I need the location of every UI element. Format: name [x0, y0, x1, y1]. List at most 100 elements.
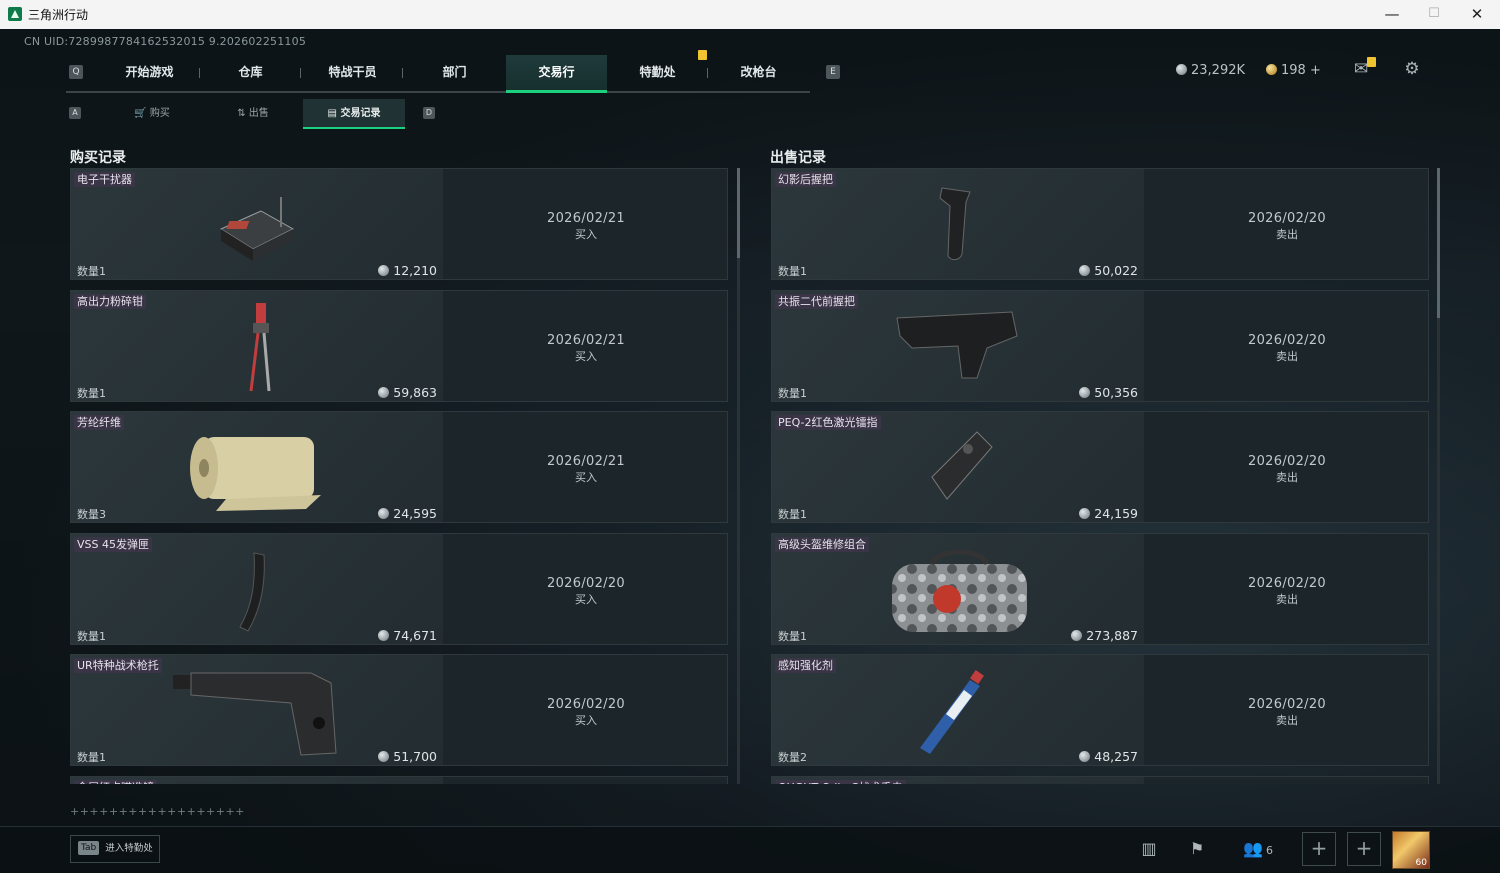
sale-record-card[interactable]: PEQ-2红色激光镭指 数量1 24,159 2026/02/20 卖出: [771, 411, 1429, 523]
sale-record-card[interactable]: 高级头盔维修组合 数量1 273,887 2026/02/20 卖出: [771, 532, 1429, 645]
tab-start-game[interactable]: 开始游戏: [99, 55, 200, 91]
purchase-record-card[interactable]: 电子干扰器 数量1 12,210 2026/02/21 买入: [70, 168, 728, 280]
silver-coin-icon: [1079, 386, 1091, 398]
item-price: 50,356: [1079, 385, 1138, 400]
item-price-value: 50,022: [1094, 263, 1138, 278]
mail-badge-icon: [1367, 57, 1376, 67]
record-date: 2026/02/20: [547, 697, 625, 712]
item-price-value: 12,210: [393, 263, 437, 278]
gold-amount: 198: [1281, 63, 1306, 78]
main-nav: 开始游戏 仓库 特战干员 部门 交易行 特勤处 改枪台: [66, 55, 810, 93]
subtab-buy-label: 购买: [149, 108, 170, 119]
tab-warehouse[interactable]: 仓库: [200, 55, 301, 91]
flag-icon[interactable]: ⚑: [1185, 835, 1209, 863]
record-action: 买入: [575, 714, 597, 727]
notification-badge-icon: [698, 50, 707, 60]
item-price: 59,863: [378, 385, 437, 400]
team-icon: 👥: [1243, 839, 1263, 858]
decorative-plus-row: ++++++++++++++++++: [70, 805, 245, 818]
record-action: 卖出: [1276, 228, 1298, 241]
sale-record-card[interactable]: QUGHT Odin C战术手电: [771, 775, 1429, 784]
enter-special-service-label: 进入特勤处: [105, 843, 153, 854]
item-price: 51,700: [378, 749, 437, 764]
record-action: 卖出: [1276, 714, 1298, 727]
tab-trading[interactable]: 交易行: [506, 55, 607, 93]
gear-icon[interactable]: ⚙: [1401, 59, 1423, 79]
sale-record-card[interactable]: 幻影后握把 数量1 50,022 2026/02/20 卖出: [771, 168, 1429, 280]
sale-records-title: 出售记录: [770, 150, 826, 166]
record-action: 买入: [575, 349, 597, 363]
purchase-record-card[interactable]: 金属红点瞄准镜: [70, 775, 728, 784]
purchase-record-card[interactable]: VSS 45发弹匣 数量1 74,671 2026/02/20 买入: [70, 532, 728, 645]
record-action: 卖出: [1276, 592, 1298, 606]
add-slot-button-2[interactable]: +: [1347, 832, 1381, 866]
tab-special-service[interactable]: 特勤处: [607, 55, 708, 91]
item-quantity: 数量1: [778, 629, 807, 643]
silver-amount: 23,292K: [1191, 63, 1246, 78]
gold-add-icon[interactable]: +: [1310, 63, 1321, 78]
game-viewport: CN UID:7289987784162532015 9.20260225110…: [0, 29, 1500, 873]
gold-currency[interactable]: 198 +: [1266, 63, 1321, 78]
silver-coin-icon: [1176, 64, 1187, 75]
tab-key: Tab: [78, 841, 100, 855]
subtab-sell-label: 出售: [248, 108, 269, 119]
sale-scrollbar[interactable]: [1437, 168, 1440, 784]
nav-next-key[interactable]: E: [826, 65, 840, 79]
sale-list: 幻影后握把 数量1 50,022 2026/02/20 卖出 共振二代前握把 数量1 50,3…: [771, 168, 1431, 784]
tab-operators[interactable]: 特战干员: [302, 55, 403, 91]
record-date: 2026/02/21: [547, 332, 625, 348]
tab-gunsmith[interactable]: 改枪台: [708, 55, 809, 91]
item-price: 48,257: [1079, 749, 1138, 764]
item-quantity: 数量2: [778, 751, 807, 764]
subtab-sell[interactable]: ⇅ 出售: [202, 99, 304, 129]
cart-icon: 🛒: [134, 108, 147, 119]
bottom-bar: Tab 进入特勤处 ▥ ⚑ 👥 6 + + 60: [0, 826, 1500, 873]
item-quantity: 数量1: [778, 508, 807, 521]
item-quantity: 数量1: [77, 629, 106, 643]
minimize-button[interactable]: —: [1371, 0, 1413, 29]
team-count: 6: [1265, 844, 1273, 857]
window-titlebar: 三角洲行动 — ☐ ✕: [0, 0, 1500, 30]
subnav-next-key[interactable]: D: [423, 107, 435, 119]
item-price: 24,159: [1079, 506, 1138, 521]
purchase-list: 电子干扰器 数量1 12,210 2026/02/21 买入 高出力粉碎钳 数量1 59,86…: [70, 168, 730, 784]
subtab-records-label: 交易记录: [340, 108, 381, 119]
subnav-prev-key[interactable]: A: [69, 107, 81, 119]
team-button[interactable]: 👥 6: [1238, 835, 1278, 863]
silver-coin-icon: [1079, 508, 1091, 519]
purchase-record-card[interactable]: 高出力粉碎钳 数量1 59,863 2026/02/21 买入: [70, 289, 728, 402]
item-quantity: 数量1: [778, 386, 807, 400]
purchase-scrollbar[interactable]: [737, 168, 740, 784]
item-name: 共振二代前握把: [775, 293, 858, 309]
purchase-record-card[interactable]: UR特种战术枪托 数量1 51,700 2026/02/20 买入: [70, 654, 728, 766]
item-name: 感知强化剂: [775, 658, 836, 673]
add-slot-button-1[interactable]: +: [1302, 832, 1336, 866]
silver-coin-icon: [1079, 265, 1091, 276]
enter-special-service-button[interactable]: Tab 进入特勤处: [70, 835, 160, 863]
item-price-value: 24,159: [1094, 506, 1138, 521]
silver-coin-icon: [378, 386, 390, 398]
tab-department[interactable]: 部门: [404, 55, 505, 91]
stats-icon[interactable]: ▥: [1137, 835, 1161, 863]
close-button[interactable]: ✕: [1456, 0, 1498, 29]
item-name: 金属红点瞄准镜: [74, 779, 157, 784]
maximize-button[interactable]: ☐: [1413, 0, 1455, 29]
sale-record-card[interactable]: 共振二代前握把 数量1 50,356 2026/02/20 卖出: [771, 289, 1429, 402]
avatar-level: 60: [1415, 858, 1427, 868]
item-name: 芳纶纤维: [74, 415, 124, 430]
item-quantity: 数量3: [77, 508, 106, 521]
subtab-buy[interactable]: 🛒 购买: [101, 99, 203, 129]
item-name: UR特种战术枪托: [74, 658, 162, 673]
record-date: 2026/02/20: [1248, 454, 1326, 469]
sale-record-card[interactable]: 感知强化剂 数量2 48,257 2026/02/20 卖出: [771, 654, 1429, 766]
sell-icon: ⇅: [237, 108, 246, 119]
item-name: QUGHT Odin C战术手电: [775, 779, 906, 784]
subtab-records[interactable]: ▤ 交易记录: [303, 99, 405, 129]
item-name: VSS 45发弹匣: [74, 536, 152, 552]
record-date: 2026/02/20: [1248, 575, 1326, 591]
purchase-record-card[interactable]: 芳纶纤维 数量3 24,595 2026/02/21 买入: [70, 411, 728, 523]
item-name: 高出力粉碎钳: [74, 293, 146, 309]
record-date: 2026/02/21: [547, 211, 625, 226]
avatar[interactable]: 60: [1392, 831, 1430, 869]
item-name: 幻影后握把: [775, 172, 836, 187]
